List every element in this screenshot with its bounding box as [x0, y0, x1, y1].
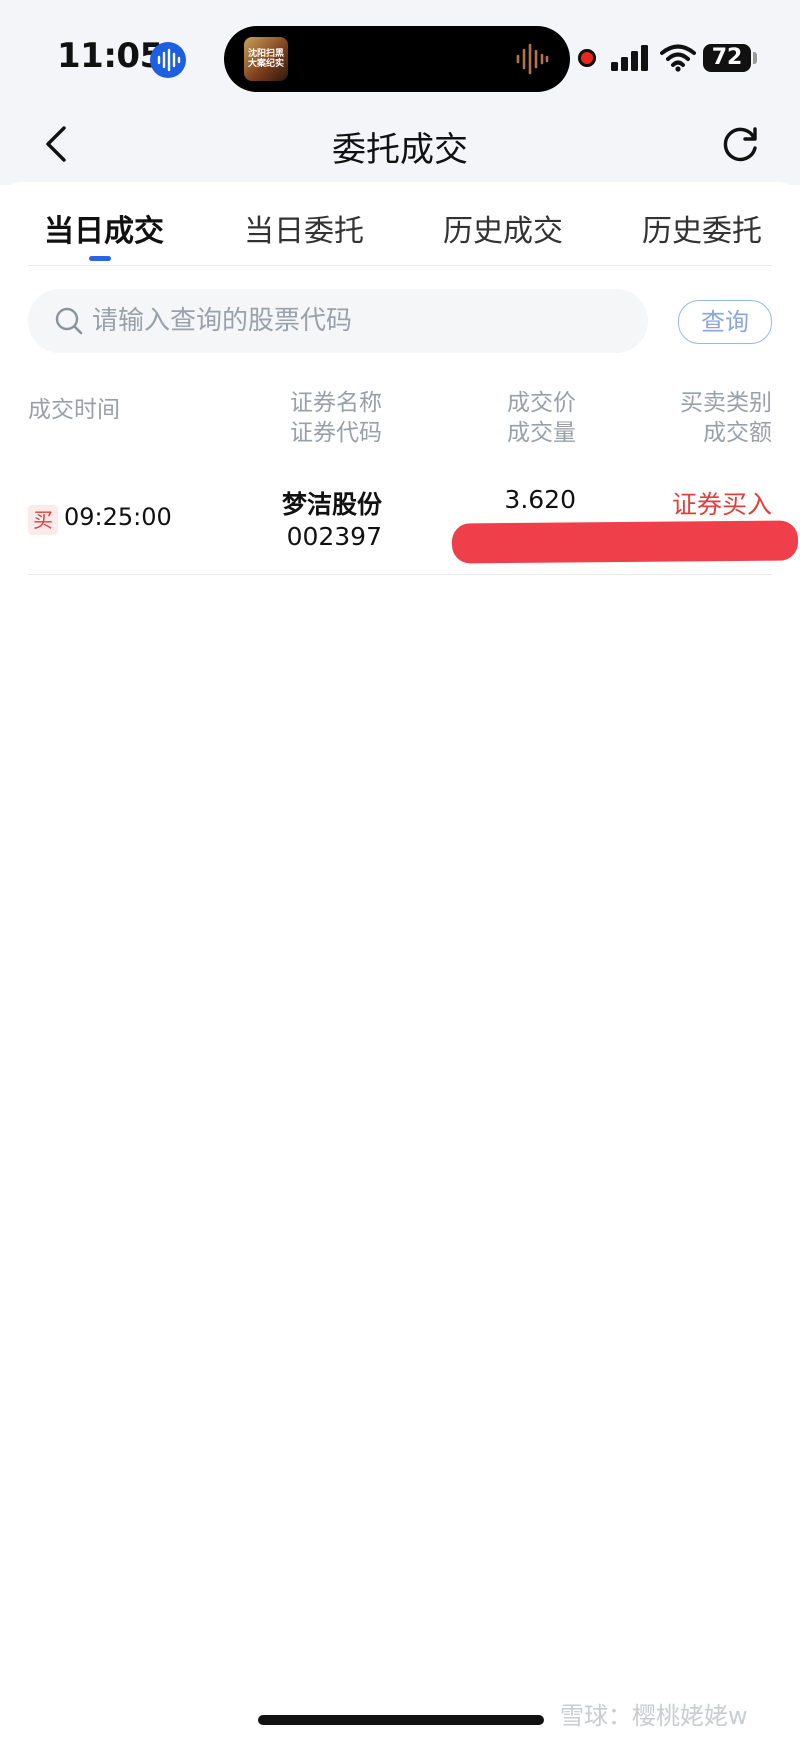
- tab-today-orders[interactable]: 当日委托: [244, 206, 364, 250]
- status-time: 11:05: [57, 36, 163, 76]
- stock-name[interactable]: 梦洁股份: [282, 485, 382, 521]
- header-security-code: 证券代码: [290, 420, 382, 446]
- trade-type: 证券买入: [671, 490, 772, 519]
- trade-price: 3.620: [504, 485, 576, 514]
- refresh-icon[interactable]: [718, 122, 762, 166]
- cellular-signal-icon: [611, 45, 648, 71]
- buy-badge: 买: [28, 505, 58, 535]
- voice-memo-icon[interactable]: [150, 42, 186, 78]
- stock-code-search-input[interactable]: [92, 289, 632, 353]
- page-title: 委托成交: [332, 130, 468, 170]
- tab-history-orders[interactable]: 历史委托: [642, 206, 762, 250]
- tab-divider: [28, 265, 772, 266]
- active-tab-indicator: [89, 256, 111, 261]
- search-icon: [55, 307, 83, 335]
- now-playing-thumbnail-text: 沈阳扫黑 大案纪实: [247, 49, 284, 69]
- header-trade-time: 成交时间: [28, 397, 120, 423]
- header-security-name: 证券名称: [290, 390, 382, 416]
- home-indicator[interactable]: [258, 1715, 544, 1725]
- wifi-icon: [660, 44, 696, 72]
- header-trade-volume: 成交量: [507, 420, 576, 446]
- watermark: 雪球：樱桃姥姥w: [560, 1702, 748, 1730]
- header-trade-amount: 成交额: [703, 420, 772, 446]
- back-chevron-icon[interactable]: [38, 122, 78, 166]
- tab-today-trades[interactable]: 当日成交: [44, 206, 164, 250]
- query-button[interactable]: 查询: [678, 300, 772, 344]
- tab-history-trades[interactable]: 历史成交: [443, 206, 563, 250]
- battery-indicator: 72: [703, 44, 751, 72]
- search-bar[interactable]: [28, 289, 648, 353]
- row-divider: [28, 574, 772, 575]
- trade-time: 09:25:00: [64, 503, 172, 531]
- header-trade-price: 成交价: [507, 390, 576, 416]
- dynamic-island[interactable]: 沈阳扫黑 大案纪实: [224, 26, 570, 92]
- redaction-scribble: [451, 520, 799, 564]
- recording-indicator-icon: [578, 49, 596, 67]
- header-trade-type: 买卖类别: [680, 390, 772, 416]
- stock-code: 002397: [286, 522, 382, 551]
- battery-tip: [753, 52, 757, 64]
- now-playing-thumbnail: 沈阳扫黑 大案纪实: [244, 37, 288, 81]
- audio-waveform-icon: [516, 43, 549, 75]
